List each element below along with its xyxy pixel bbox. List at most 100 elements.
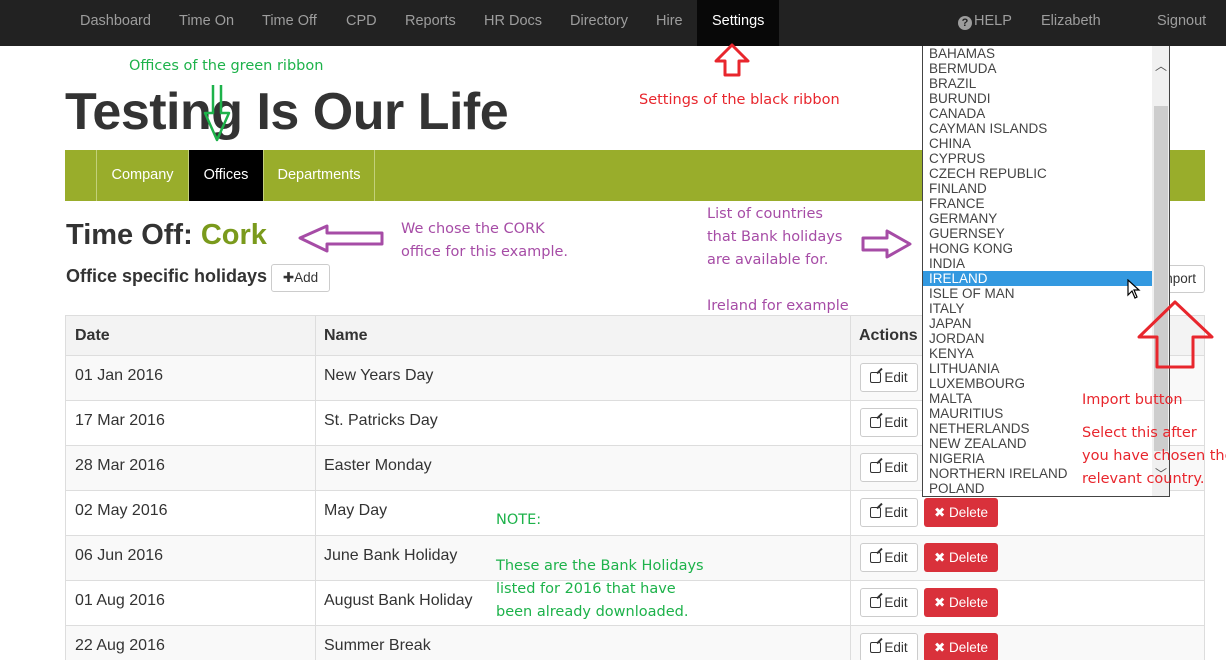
column-divider (850, 491, 851, 535)
nav-cpd[interactable]: CPD (346, 0, 377, 46)
column-divider (850, 446, 851, 490)
holiday-name: August Bank Holiday (324, 592, 473, 609)
edit-icon (870, 417, 882, 428)
nav-hr-docs[interactable]: HR Docs (484, 0, 542, 46)
column-header-name: Name (324, 327, 368, 344)
country-option[interactable]: IRELAND (923, 271, 1152, 286)
delete-label: Delete (949, 595, 989, 610)
annotation-import-line-3: relevant country. (1082, 471, 1205, 487)
edit-button[interactable]: Edit (860, 588, 918, 617)
edit-label: Edit (884, 415, 908, 430)
annotation-import-title: Import button (1082, 392, 1183, 408)
column-divider (850, 536, 851, 580)
country-option[interactable]: BRAZIL (923, 76, 1152, 91)
red-up-arrow-settings (714, 43, 750, 77)
edit-icon (870, 372, 882, 383)
holiday-name: Summer Break (324, 637, 431, 654)
nav-settings[interactable]: Settings (697, 0, 780, 46)
nav-time-on[interactable]: Time On (179, 0, 234, 46)
annotation-countries-line-3: are available for. (707, 252, 829, 268)
edit-button[interactable]: Edit (860, 543, 918, 572)
holiday-date: 22 Aug 2016 (75, 637, 165, 654)
nav-time-off[interactable]: Time Off (262, 0, 317, 46)
holiday-name: New Years Day (324, 367, 434, 384)
country-option[interactable]: JORDAN (923, 331, 1152, 346)
country-option[interactable]: BAHAMAS (923, 46, 1152, 61)
country-option[interactable]: CZECH REPUBLIC (923, 166, 1152, 181)
column-divider (315, 316, 316, 356)
table-row: 02 May 2016 May Day Edit ✖ Delete (65, 491, 1205, 536)
column-divider (315, 491, 316, 535)
purple-right-arrow-countries (861, 229, 912, 259)
edit-label: Edit (884, 370, 908, 385)
nav-dashboard[interactable]: Dashboard (80, 0, 151, 46)
country-option[interactable]: GUERNSEY (923, 226, 1152, 241)
holiday-name: May Day (324, 502, 388, 519)
country-option[interactable]: BERMUDA (923, 61, 1152, 76)
country-option[interactable]: CAYMAN ISLANDS (923, 121, 1152, 136)
column-divider (850, 581, 851, 625)
column-divider (315, 536, 316, 580)
annotation-cork-line-2: office for this example. (401, 244, 569, 260)
office-holidays-heading: Office specific holidays (66, 266, 268, 286)
delete-button[interactable]: ✖ Delete (924, 498, 998, 527)
country-option[interactable]: KENYA (923, 346, 1152, 361)
country-option[interactable]: FRANCE (923, 196, 1152, 211)
tab-offices[interactable]: Offices (189, 150, 263, 201)
country-option[interactable]: ITALY (923, 301, 1152, 316)
add-holiday-button[interactable]: ✚Add (271, 264, 330, 292)
nav-reports[interactable]: Reports (405, 0, 456, 46)
delete-button[interactable]: ✖ Delete (924, 588, 998, 617)
holiday-date: 01 Jan 2016 (75, 367, 164, 384)
edit-button[interactable]: Edit (860, 498, 918, 527)
edit-label: Edit (884, 550, 908, 565)
times-icon: ✖ (933, 595, 946, 610)
edit-button[interactable]: Edit (860, 408, 918, 437)
annotation-import-line-1: Select this after (1082, 425, 1197, 441)
holiday-name: Easter Monday (324, 457, 432, 474)
column-divider (315, 581, 316, 625)
country-option[interactable]: ISLE OF MAN (923, 286, 1152, 301)
nav-user-name[interactable]: Elizabeth (1041, 0, 1101, 46)
holiday-date: 06 Jun 2016 (75, 547, 164, 564)
country-option[interactable]: LITHUANIA (923, 361, 1152, 376)
country-option[interactable]: BURUNDI (923, 91, 1152, 106)
annotation-note-line-1: These are the Bank Holidays (496, 558, 704, 574)
plus-icon: ✚ (282, 270, 295, 285)
scroll-up-icon[interactable]: ︿ (1152, 58, 1169, 74)
country-option[interactable]: CANADA (923, 106, 1152, 121)
nav-signout[interactable]: Signout (1157, 0, 1206, 46)
tab-company[interactable]: Company (97, 150, 188, 201)
country-option[interactable]: FINLAND (923, 181, 1152, 196)
edit-label: Edit (884, 595, 908, 610)
column-divider (315, 356, 316, 400)
edit-button[interactable]: Edit (860, 363, 918, 392)
delete-button[interactable]: ✖ Delete (924, 543, 998, 572)
tab-departments[interactable]: Departments (264, 150, 374, 201)
country-option[interactable]: HONG KONG (923, 241, 1152, 256)
country-option[interactable]: INDIA (923, 256, 1152, 271)
annotation-ireland: Ireland for example (707, 298, 849, 314)
country-option[interactable]: CHINA (923, 136, 1152, 151)
edit-button[interactable]: Edit (860, 633, 918, 660)
country-option[interactable]: GERMANY (923, 211, 1152, 226)
delete-label: Delete (949, 550, 989, 565)
annotation-countries-line-1: List of countries (707, 206, 823, 222)
edit-icon (870, 642, 882, 653)
delete-label: Delete (949, 640, 989, 655)
column-divider (850, 316, 851, 356)
add-label: Add (294, 270, 319, 285)
edit-button[interactable]: Edit (860, 453, 918, 482)
annotation-note-line-2: listed for 2016 that have (496, 581, 676, 597)
annotation-black-ribbon: Settings of the black ribbon (639, 92, 840, 108)
times-icon: ✖ (933, 640, 946, 655)
edit-icon (870, 597, 882, 608)
nav-directory[interactable]: Directory (570, 0, 628, 46)
nav-hire[interactable]: Hire (656, 0, 683, 46)
country-option[interactable]: CYPRUS (923, 151, 1152, 166)
edit-label: Edit (884, 640, 908, 655)
delete-button[interactable]: ✖ Delete (924, 633, 998, 660)
nav-help[interactable]: ? HELP (958, 0, 1012, 46)
country-option[interactable]: JAPAN (923, 316, 1152, 331)
section-prefix: Time Off: (66, 219, 193, 251)
